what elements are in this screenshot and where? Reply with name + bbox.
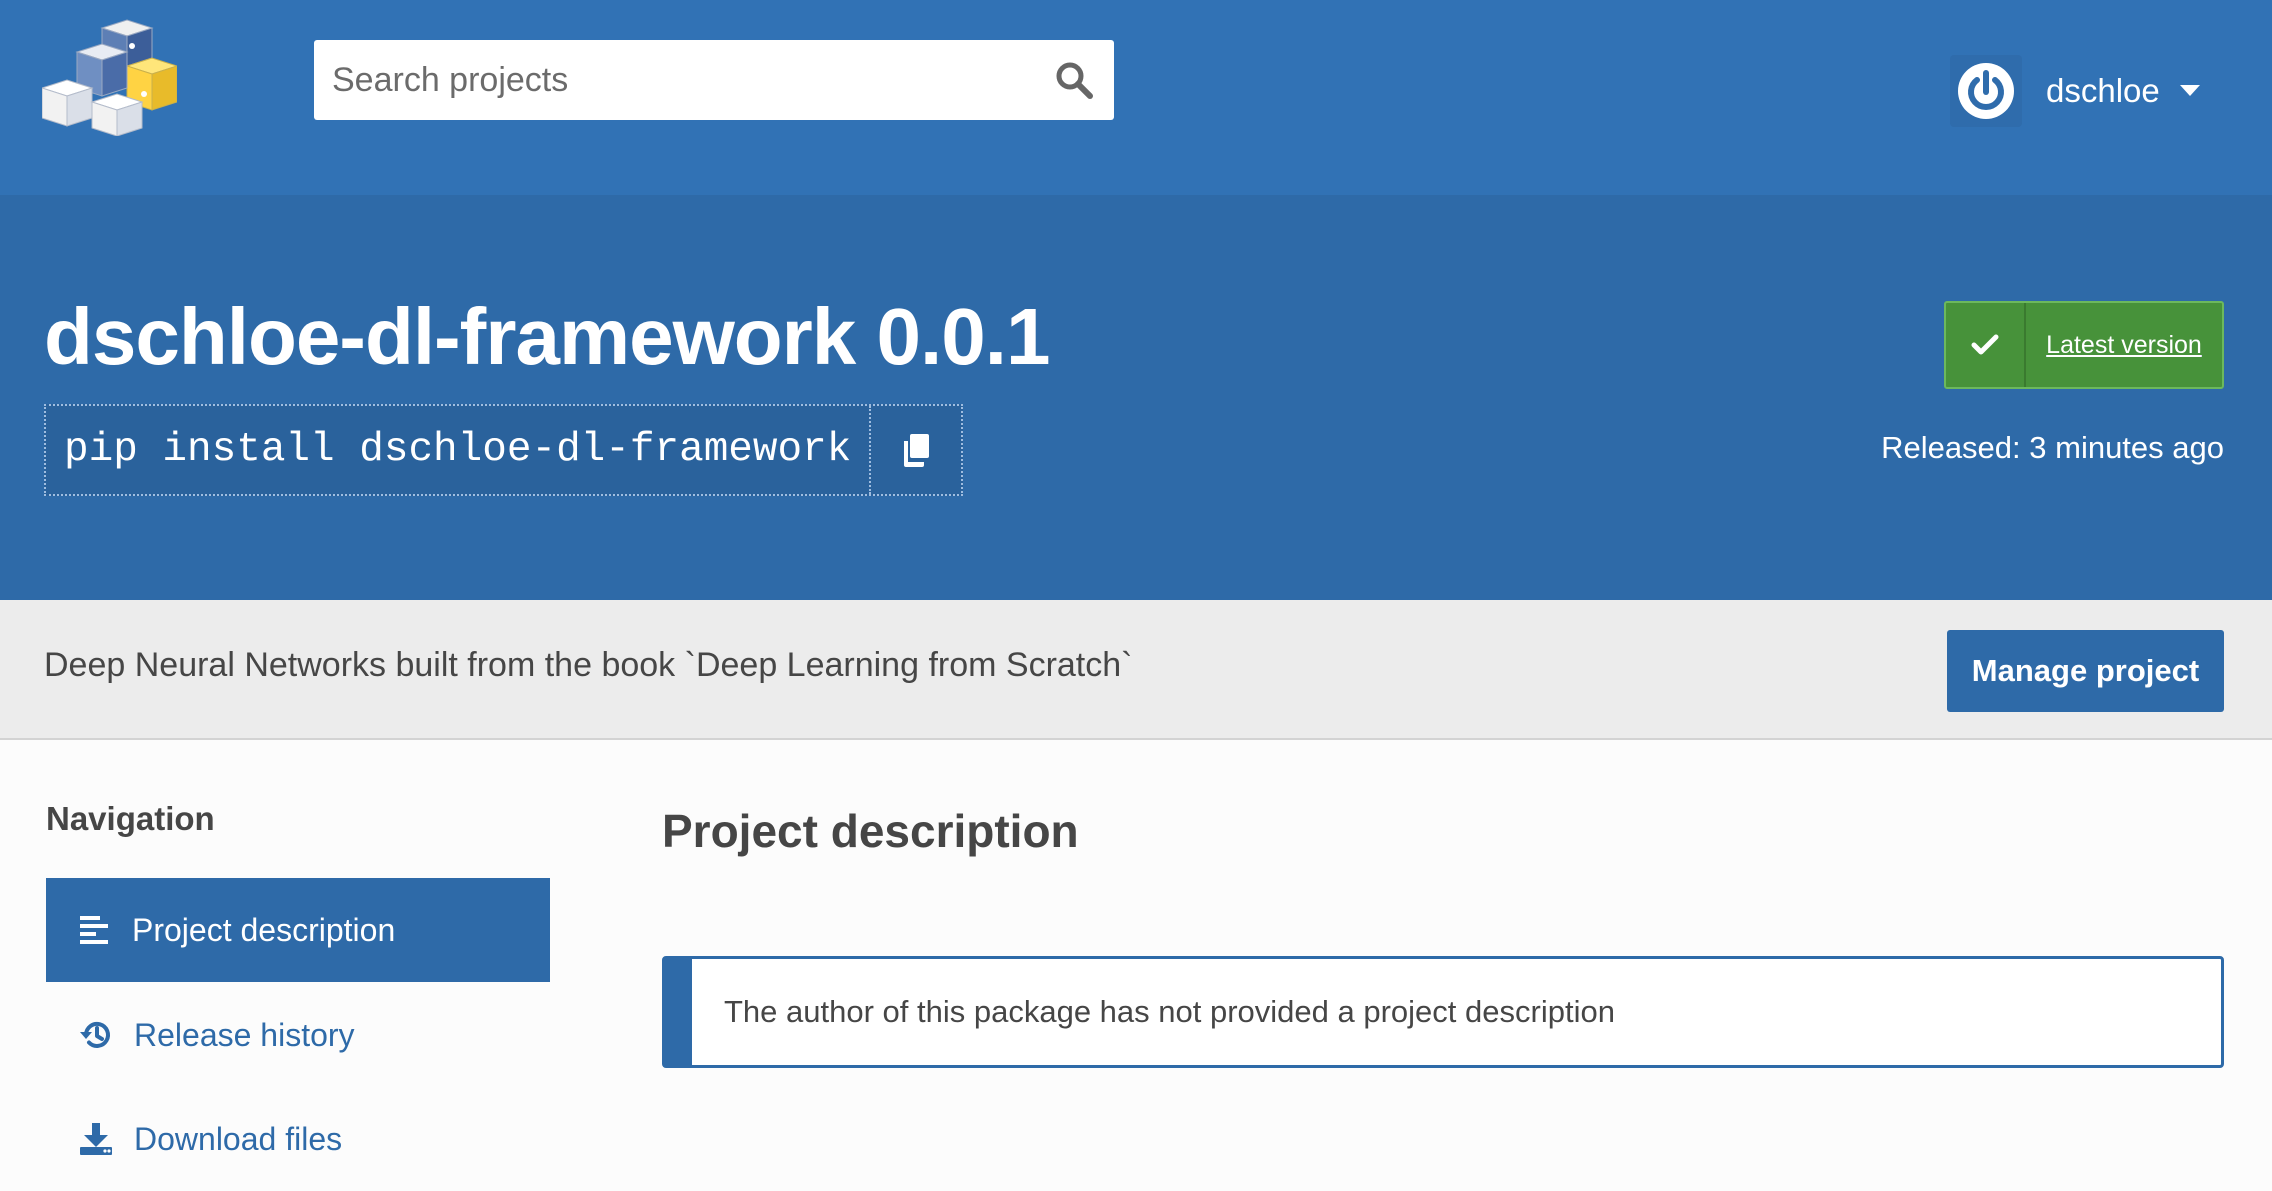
package-banner: dschloe-dl-framework 0.0.1 pip install d… [0, 197, 2272, 600]
pypi-logo[interactable] [40, 18, 179, 137]
align-left-icon [80, 916, 108, 944]
check-icon-wrap [1946, 303, 2026, 387]
copy-button[interactable] [869, 406, 961, 494]
copy-icon [904, 434, 930, 467]
package-title: dschloe-dl-framework 0.0.1 [44, 292, 1050, 381]
pip-command[interactable]: pip install dschloe-dl-framework [46, 406, 869, 494]
power-icon [1958, 63, 2014, 119]
project-description-title: Project description [662, 805, 1079, 857]
site-header: dschloe [0, 0, 2272, 197]
sidebar-item-label: Download files [134, 1120, 343, 1157]
download-icon [80, 1123, 112, 1155]
sidebar-item-label: Release history [134, 1016, 355, 1053]
latest-version-badge[interactable]: Latest version [1944, 301, 2224, 389]
manage-project-button[interactable]: Manage project [1947, 630, 2224, 712]
avatar [1950, 55, 2022, 127]
history-icon [80, 1022, 110, 1048]
search-bar [314, 40, 1114, 120]
caret-down-icon [2179, 85, 2200, 96]
description-callout: The author of this package has not provi… [662, 956, 2224, 1068]
pip-command-box: pip install dschloe-dl-framework [44, 404, 964, 496]
release-date: Released: 3 minutes ago [1881, 430, 2224, 465]
username: dschloe [2046, 72, 2160, 109]
package-summary: Deep Neural Networks built from the book… [44, 646, 1133, 684]
user-menu[interactable]: dschloe [1950, 55, 2200, 127]
latest-version-label: Latest version [2046, 330, 2202, 359]
pypi-logo-icon [40, 19, 179, 137]
search-input[interactable] [314, 40, 1034, 120]
callout-message: The author of this package has not provi… [724, 994, 1615, 1029]
check-icon [1971, 334, 1999, 355]
package-summary-bar: Deep Neural Networks built from the book… [0, 600, 2272, 740]
sidebar-item-release-history[interactable]: Release history [46, 983, 550, 1087]
navigation-heading: Navigation [46, 800, 215, 837]
sidebar-item-project-description[interactable]: Project description [46, 878, 550, 982]
search-button[interactable] [1034, 40, 1114, 120]
sidebar-item-label: Project description [132, 911, 396, 948]
search-icon [1056, 62, 1093, 99]
sidebar-item-download-files[interactable]: Download files [46, 1087, 550, 1191]
